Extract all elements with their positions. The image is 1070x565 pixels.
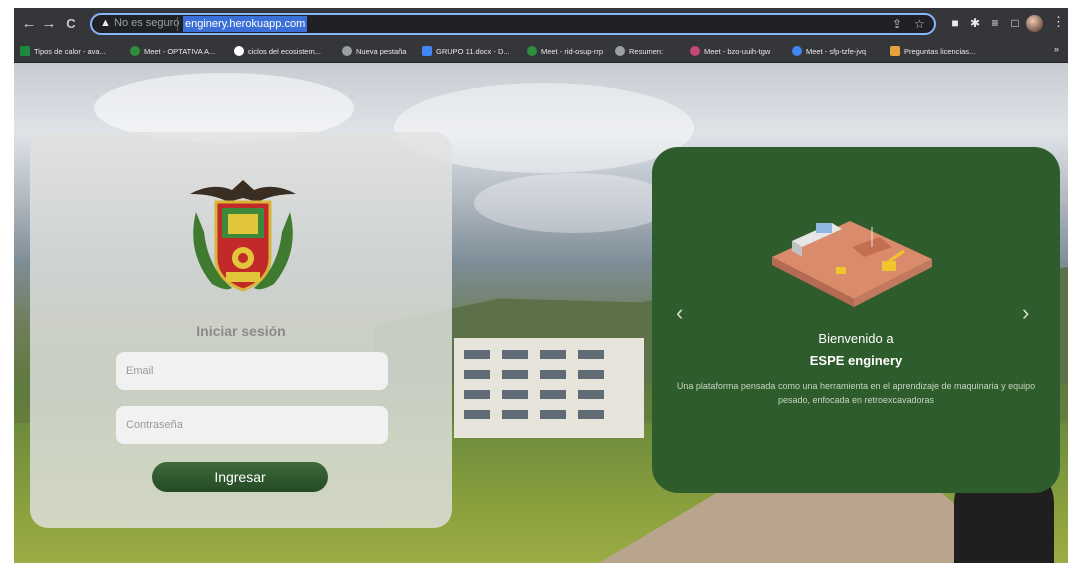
browser-window: ← → C ▲ No es seguro enginery.herokuapp.… [14, 8, 1068, 563]
slide-title: ESPE enginery [809, 353, 903, 368]
bookmark-label: Meet - OPTATIVA A... [144, 46, 216, 56]
bookmark-label: Tipos de calor - ava... [34, 46, 106, 56]
warning-icon[interactable]: ▲ [100, 17, 111, 29]
construction-site-illustration [772, 221, 932, 307]
bookmark-item[interactable]: ciclos del ecosistem... [234, 44, 321, 58]
address-bar[interactable]: ▲ No es seguro enginery.herokuapp.com ⇪ … [90, 13, 936, 35]
bookmark-item[interactable]: Meet - sfp-tzfe-jvq [792, 44, 866, 58]
window [464, 410, 490, 419]
bookmark-icon [20, 46, 30, 56]
globe-icon [342, 46, 352, 56]
sidepanel-icon[interactable]: □ [1008, 16, 1022, 30]
password-field[interactable] [116, 406, 388, 444]
window [578, 410, 604, 419]
espe-crest-logo [190, 180, 296, 292]
window [540, 390, 566, 399]
bookmark-item[interactable]: GRUPO 11.docx - D... [422, 44, 510, 58]
bookmark-label: Meet - bzo-uuih-tgw [704, 46, 771, 56]
bookmark-item[interactable]: Resumen: [615, 44, 663, 58]
window [540, 350, 566, 359]
bookmark-item[interactable]: Meet - rid-osup-rrp [527, 44, 603, 58]
cloud [474, 173, 674, 233]
bookmark-item[interactable]: Meet - OPTATIVA A... [130, 44, 215, 58]
meet-icon [527, 46, 537, 56]
bookmark-item[interactable]: Preguntas licencias... [890, 44, 975, 58]
meet-icon [130, 46, 140, 56]
window [464, 390, 490, 399]
window [502, 350, 528, 359]
security-label[interactable]: No es seguro [114, 17, 179, 29]
bookmark-label: Preguntas licencias... [904, 46, 976, 56]
window [502, 390, 528, 399]
slide-description: Una plataforma pensada como una herramie… [676, 381, 1036, 405]
globe-icon [615, 46, 625, 56]
browser-toolbar: ← → C ▲ No es seguro enginery.herokuapp.… [14, 8, 1068, 40]
window [578, 370, 604, 379]
google-icon [792, 46, 802, 56]
star-icon[interactable]: ☆ [914, 17, 925, 31]
puzzle-icon[interactable]: ✱ [968, 16, 982, 30]
window [540, 370, 566, 379]
slide-heading: Bienvenido a [818, 331, 894, 346]
bookmark-item[interactable]: Nueva pestaña [342, 44, 406, 58]
window [540, 410, 566, 419]
window [502, 410, 528, 419]
bookmark-item[interactable]: Meet - bzo-uuih-tgw [690, 44, 770, 58]
docs-icon [422, 46, 432, 56]
window [464, 370, 490, 379]
window [502, 370, 528, 379]
bookmark-label: Resumen: [629, 46, 664, 56]
email-field[interactable] [116, 352, 388, 390]
bookmark-label: GRUPO 11.docx - D... [436, 46, 510, 56]
window [578, 350, 604, 359]
forward-button[interactable]: → [40, 15, 58, 33]
bookmark-label: Nueva pestaña [356, 46, 407, 56]
media-icon[interactable]: ≡ [988, 16, 1002, 30]
profile-avatar[interactable] [1026, 15, 1043, 32]
meet-icon [690, 46, 700, 56]
page-viewport: Iniciar sesión Ingresar ‹ › Bienv [14, 63, 1068, 563]
window [464, 350, 490, 359]
more-menu-icon[interactable]: ⋮ [1052, 14, 1065, 30]
share-icon[interactable]: ⇪ [892, 17, 902, 31]
login-title: Iniciar sesión [196, 323, 286, 339]
back-button[interactable]: ← [20, 15, 38, 33]
login-button[interactable]: Ingresar [152, 462, 328, 492]
bookmark-item[interactable]: Tipos de calor - ava... [20, 44, 106, 58]
flag-icon [890, 46, 900, 56]
welcome-carousel: ‹ › Bienvenido a ESPE enginery Una plata… [652, 147, 1060, 493]
bookmark-label: ciclos del ecosistem... [248, 46, 321, 56]
window [578, 390, 604, 399]
google-icon [234, 46, 244, 56]
url-text[interactable]: enginery.herokuapp.com [183, 16, 308, 32]
bookmark-label: Meet - sfp-tzfe-jvq [806, 46, 867, 56]
carousel-prev-button[interactable]: ‹ [676, 302, 683, 324]
more-bookmarks-button[interactable]: » [1054, 44, 1059, 54]
bookmarks-bar: Tipos de calor - ava... Meet - OPTATIVA … [14, 40, 1068, 63]
bookmark-label: Meet - rid-osup-rrp [541, 46, 604, 56]
extension-icon[interactable]: ■ [948, 16, 962, 30]
carousel-next-button[interactable]: › [1022, 302, 1029, 324]
login-card: Iniciar sesión Ingresar [30, 132, 452, 528]
reload-button[interactable]: C [62, 15, 80, 33]
address-divider [177, 17, 178, 31]
campus-building [454, 338, 644, 438]
